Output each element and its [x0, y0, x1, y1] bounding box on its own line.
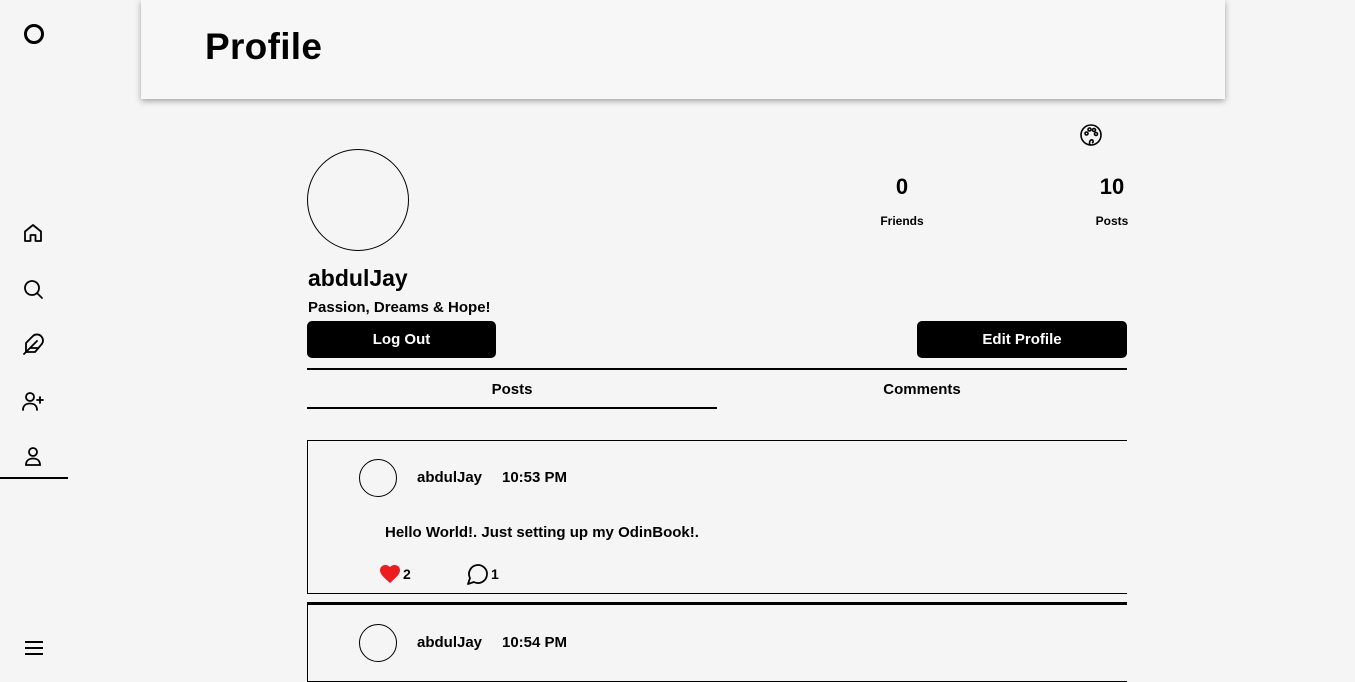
like-button[interactable]: 2 [378, 562, 411, 586]
profile-tabs: Posts Comments [307, 368, 1127, 409]
logout-button[interactable]: Log Out [307, 321, 496, 358]
friends-stat[interactable]: 0 Friends [872, 174, 932, 228]
posts-count: 10 [1099, 174, 1125, 199]
hamburger-menu-icon [25, 641, 43, 655]
comment-button[interactable]: 1 [466, 562, 499, 586]
edit-profile-button[interactable]: Edit Profile [917, 321, 1127, 358]
post-username[interactable]: abdulJay [417, 469, 482, 486]
profile-username: abdulJay [308, 265, 408, 291]
sidebar-item-search[interactable] [0, 267, 68, 311]
palette-icon [1080, 124, 1102, 146]
tab-comments[interactable]: Comments [717, 370, 1127, 408]
heart-icon [380, 565, 400, 583]
comment-count: 1 [491, 566, 499, 582]
sidebar-item-create-post[interactable] [0, 323, 68, 367]
logo-icon[interactable] [24, 24, 44, 44]
tab-posts[interactable]: Posts [307, 370, 717, 409]
sidebar-item-home[interactable] [0, 211, 68, 255]
sidebar-item-profile[interactable] [0, 435, 68, 479]
like-count: 2 [403, 566, 411, 582]
menu-button[interactable] [22, 638, 46, 658]
post-time: 10:53 PM [502, 469, 568, 486]
friends-count: 0 [895, 174, 909, 199]
user-plus-icon [22, 392, 44, 411]
sidebar [0, 0, 68, 677]
post-avatar[interactable] [359, 459, 397, 497]
theme-button[interactable] [1079, 123, 1103, 147]
page-title: Profile [205, 26, 323, 67]
search-icon [24, 280, 43, 299]
post-avatar[interactable] [359, 624, 397, 662]
sidebar-item-add-friend[interactable] [0, 379, 68, 423]
comment-icon [467, 564, 488, 585]
post-card[interactable]: abdulJay 10:54 PM [307, 602, 1127, 682]
profile-avatar [307, 149, 409, 251]
post-text: Hello World!. Just setting up my OdinBoo… [385, 524, 699, 541]
page-header: Profile [141, 0, 1225, 99]
profile-bio: Passion, Dreams & Hope! [308, 299, 491, 316]
feather-icon [23, 333, 44, 355]
home-icon [24, 224, 42, 242]
post-card[interactable]: abdulJay 10:53 PM Hello World!. Just set… [307, 440, 1127, 594]
friends-label: Friends [880, 214, 924, 228]
post-username[interactable]: abdulJay [417, 634, 482, 651]
post-time: 10:54 PM [502, 634, 568, 651]
posts-label: Posts [1095, 214, 1129, 228]
posts-stat[interactable]: 10 Posts [1084, 174, 1140, 228]
user-icon [25, 447, 41, 466]
